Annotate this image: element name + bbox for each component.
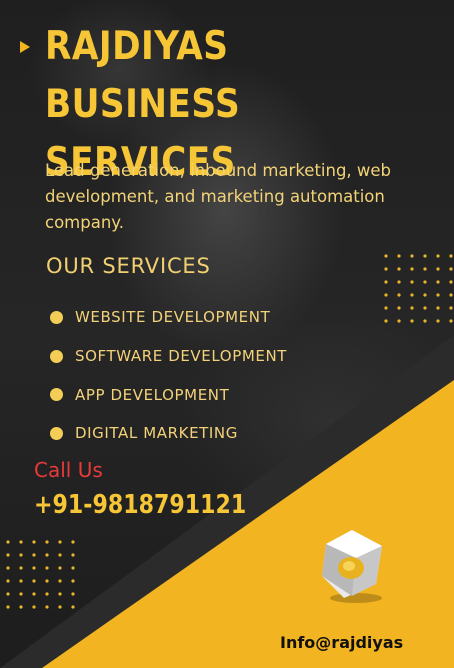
decorative-dot bbox=[397, 306, 401, 310]
decorative-dot bbox=[410, 254, 414, 258]
decorative-dot bbox=[449, 254, 453, 258]
decorative-dot bbox=[45, 566, 49, 570]
call-us-label: Call Us bbox=[34, 458, 103, 482]
decorative-dot bbox=[58, 605, 62, 609]
decorative-dot bbox=[384, 293, 388, 297]
service-item-website: WEBSITE DEVELOPMENT bbox=[50, 298, 287, 337]
decorative-dot bbox=[449, 280, 453, 284]
phone-number: +91-9818791121 bbox=[34, 490, 247, 520]
decorative-dot bbox=[410, 267, 414, 271]
decorative-dot bbox=[449, 267, 453, 271]
decorative-dot bbox=[71, 592, 75, 596]
cube-logo-icon bbox=[322, 530, 382, 603]
service-label: APP DEVELOPMENT bbox=[75, 385, 230, 404]
decorative-dot bbox=[58, 540, 62, 544]
decorative-dot bbox=[32, 540, 36, 544]
decorative-dot bbox=[58, 579, 62, 583]
service-label: WEBSITE DEVELOPMENT bbox=[75, 308, 271, 327]
decorative-dot bbox=[384, 267, 388, 271]
bullet-icon bbox=[50, 310, 63, 324]
services-heading: OUR SERVICES bbox=[46, 254, 211, 278]
decorative-dot bbox=[397, 254, 401, 258]
decorative-dot bbox=[449, 293, 453, 297]
bullet-icon bbox=[50, 349, 63, 363]
decorative-dot bbox=[436, 293, 440, 297]
tagline: Lead generation, inbound marketing, web … bbox=[45, 161, 392, 232]
decorative-dot bbox=[6, 605, 10, 609]
service-label: DIGITAL MARKETING bbox=[75, 424, 238, 443]
decorative-dot bbox=[423, 306, 427, 310]
decorative-dot bbox=[397, 319, 401, 323]
decorative-dot bbox=[384, 319, 388, 323]
decorative-dot bbox=[6, 592, 10, 596]
decorative-dot bbox=[436, 306, 440, 310]
decorative-dot bbox=[436, 319, 440, 323]
decorative-dot bbox=[32, 605, 36, 609]
decorative-dot bbox=[19, 553, 23, 557]
decorative-dot bbox=[423, 267, 427, 271]
decorative-dot bbox=[384, 280, 388, 284]
decorative-dot bbox=[32, 553, 36, 557]
decorative-dot bbox=[45, 553, 49, 557]
decorative-dot bbox=[397, 280, 401, 284]
service-item-app: APP DEVELOPMENT bbox=[50, 375, 287, 414]
decorative-dot bbox=[384, 254, 388, 258]
decorative-dot bbox=[32, 579, 36, 583]
decorative-dot bbox=[32, 592, 36, 596]
decorative-dot bbox=[6, 553, 10, 557]
flyer: RAJDIYAS BUSINESS SERVICES Lead generati… bbox=[0, 0, 454, 668]
decorative-dot bbox=[410, 280, 414, 284]
decorative-dot bbox=[397, 267, 401, 271]
decorative-dot bbox=[423, 319, 427, 323]
decorative-dot bbox=[449, 306, 453, 310]
decorative-dot bbox=[19, 605, 23, 609]
decorative-dot bbox=[71, 579, 75, 583]
decorative-dot bbox=[71, 553, 75, 557]
decorative-dot bbox=[6, 540, 10, 544]
decorative-dot bbox=[58, 566, 62, 570]
decorative-dot bbox=[423, 254, 427, 258]
decorative-dot bbox=[6, 579, 10, 583]
bullet-icon bbox=[50, 426, 63, 440]
decorative-dot bbox=[71, 566, 75, 570]
decorative-dot bbox=[410, 319, 414, 323]
decorative-dot bbox=[19, 579, 23, 583]
decorative-dot bbox=[449, 319, 453, 323]
decorative-dot bbox=[45, 605, 49, 609]
decorative-dot bbox=[397, 293, 401, 297]
decorative-dot bbox=[436, 254, 440, 258]
decorative-dot bbox=[71, 540, 75, 544]
decorative-dot bbox=[45, 592, 49, 596]
email-address: Info@rajdiyas bbox=[280, 633, 404, 652]
decorative-dot bbox=[45, 579, 49, 583]
dot-grid-left bbox=[6, 540, 75, 609]
decorative-dot bbox=[19, 566, 23, 570]
decorative-dot bbox=[436, 267, 440, 271]
decorative-dot bbox=[436, 280, 440, 284]
decorative-dot bbox=[58, 553, 62, 557]
dot-grid-right bbox=[384, 254, 453, 323]
decorative-dot bbox=[423, 293, 427, 297]
play-arrow-icon bbox=[20, 41, 30, 53]
decorative-dot bbox=[410, 306, 414, 310]
decorative-dot bbox=[6, 566, 10, 570]
service-label: SOFTWARE DEVELOPMENT bbox=[75, 347, 288, 366]
bullet-icon bbox=[50, 388, 63, 402]
decorative-dot bbox=[71, 605, 75, 609]
service-item-marketing: DIGITAL MARKETING bbox=[50, 414, 287, 453]
decorative-dot bbox=[58, 592, 62, 596]
decorative-dot bbox=[384, 306, 388, 310]
decorative-dot bbox=[410, 293, 414, 297]
service-item-software: SOFTWARE DEVELOPMENT bbox=[50, 337, 287, 376]
decorative-dot bbox=[423, 280, 427, 284]
decorative-dot bbox=[19, 592, 23, 596]
decorative-dot bbox=[32, 566, 36, 570]
decorative-dot bbox=[45, 540, 49, 544]
decorative-dot bbox=[19, 540, 23, 544]
services-list: WEBSITE DEVELOPMENT SOFTWARE DEVELOPMENT… bbox=[50, 298, 287, 453]
